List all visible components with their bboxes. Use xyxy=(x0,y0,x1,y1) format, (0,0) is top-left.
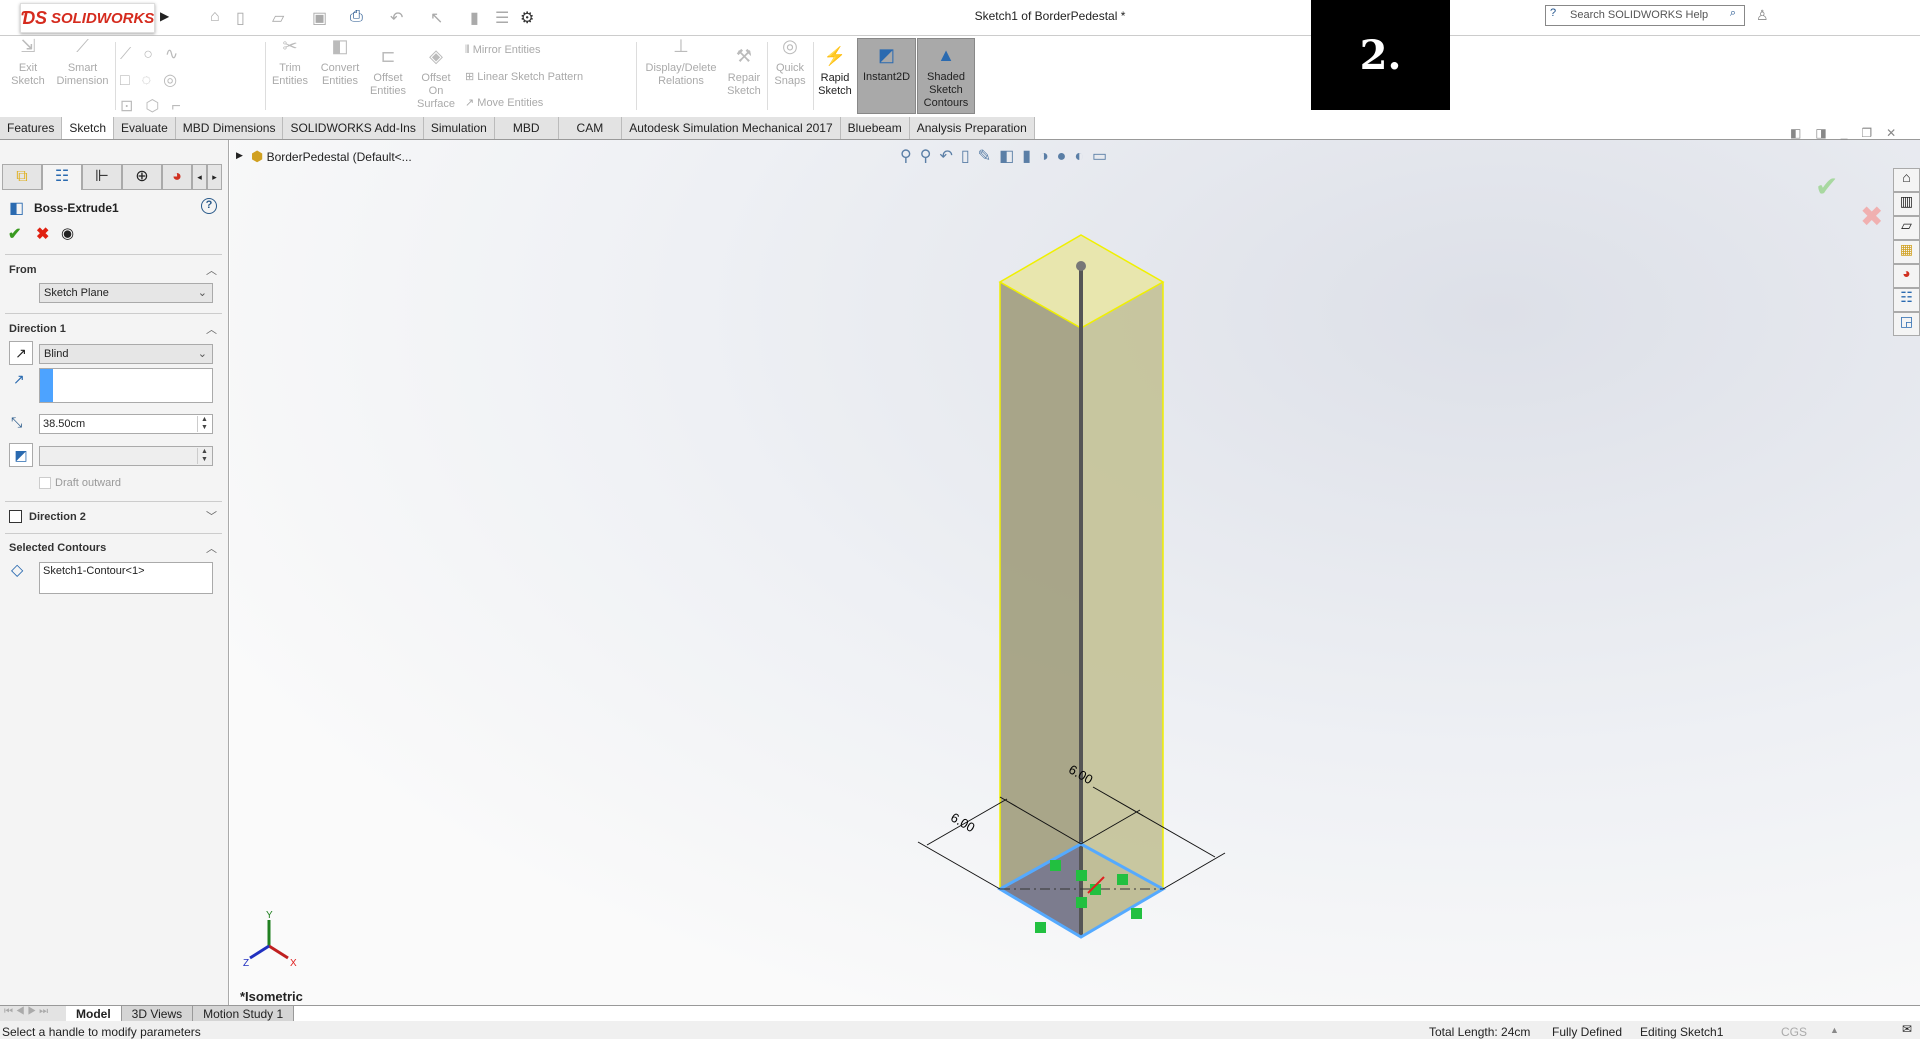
bottom-tabs: ⏮ ◀ ▶ ⏭ Model 3D Views Motion Study 1 xyxy=(0,1005,1920,1021)
extrude-right-face xyxy=(1081,282,1163,937)
status-defined: Fully Defined xyxy=(1552,1025,1623,1039)
quick-tips-icon[interactable]: ✉ xyxy=(1902,1022,1912,1036)
model-viewport[interactable]: 6.00 6.00 Y X Z xyxy=(0,0,1920,1039)
drag-handle-icon xyxy=(1076,261,1086,271)
status-message: Select a handle to modify parameters xyxy=(2,1025,201,1039)
status-editing: Editing Sketch1 xyxy=(1640,1025,1724,1039)
status-total-length: Total Length: 24cm xyxy=(1429,1025,1531,1039)
status-bar: Select a handle to modify parameters Tot… xyxy=(0,1021,1920,1039)
triad-y-label: Y xyxy=(266,910,273,921)
triad-x-label: X xyxy=(290,958,297,969)
orientation-triad xyxy=(249,920,289,960)
triad-z-label: Z xyxy=(243,958,249,969)
units-selector[interactable]: CGS xyxy=(1781,1025,1807,1039)
view-orientation-label: *Isometric xyxy=(240,989,303,1004)
tab-3d-views[interactable]: 3D Views xyxy=(121,1006,194,1021)
tab-model[interactable]: Model xyxy=(66,1006,122,1021)
dimension-label-left[interactable]: 6.00 xyxy=(948,810,977,836)
tab-motion-study[interactable]: Motion Study 1 xyxy=(193,1006,295,1021)
tab-scroll-buttons[interactable]: ⏮ ◀ ▶ ⏭ xyxy=(0,1006,66,1021)
units-up-arrow-icon[interactable]: ▲ xyxy=(1830,1025,1839,1035)
extrude-left-face xyxy=(1000,282,1081,937)
